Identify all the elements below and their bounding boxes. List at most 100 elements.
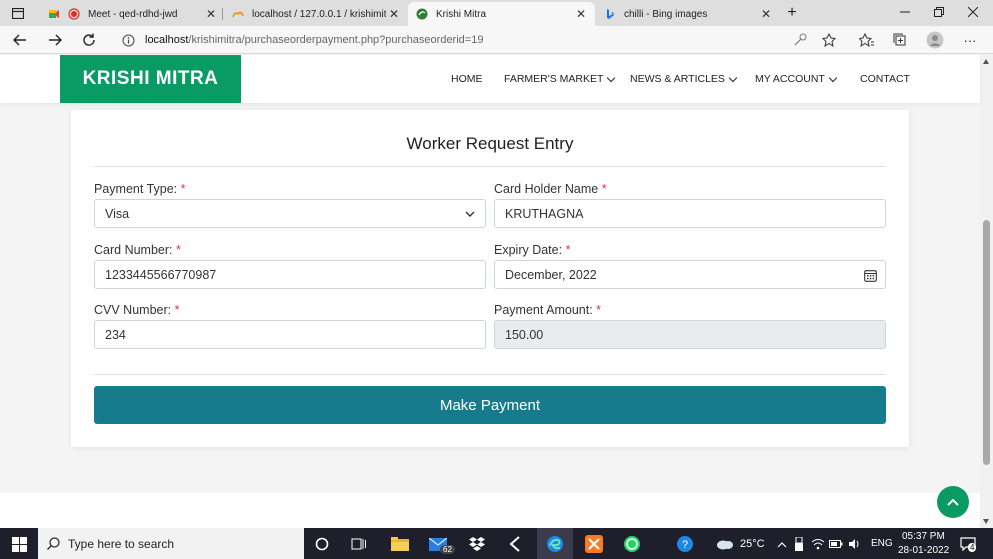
tab-title: chilli - Bing images (624, 8, 708, 20)
whatsapp-icon[interactable] (622, 534, 642, 554)
input-value: KRUTHAGNA (505, 206, 584, 221)
nav-contact[interactable]: CONTACT (860, 73, 910, 85)
tab-bing-images[interactable]: chilli - Bing images ✕ (596, 2, 780, 26)
nav-farmers-market[interactable]: FARMER'S MARKET (504, 73, 616, 85)
nav-news-articles[interactable]: NEWS & ARTICLES (630, 73, 738, 85)
chevron-up-icon (947, 498, 959, 506)
search-placeholder: Type here to search (68, 536, 175, 551)
clock-time[interactable]: 05:37 PM (902, 531, 945, 542)
phpmyadmin-icon (232, 11, 244, 18)
close-tab-icon[interactable]: ✕ (386, 6, 402, 22)
weather-temperature[interactable]: 25°C (740, 538, 765, 550)
close-tab-icon[interactable]: ✕ (758, 6, 774, 22)
restore-icon[interactable] (929, 4, 949, 20)
input-value: 234 (105, 327, 126, 342)
required-mark: * (174, 303, 180, 317)
payment-form-card: Worker Request Entry Payment Type: * Vis… (71, 110, 909, 447)
back-icon[interactable] (11, 31, 29, 49)
vscode-icon[interactable] (505, 534, 525, 554)
required-mark: * (565, 243, 571, 257)
tab-meet[interactable]: Meet - qed-rdhd-jwd ✕ (40, 2, 225, 26)
cortana-icon[interactable] (312, 534, 332, 554)
close-tab-icon[interactable]: ✕ (573, 6, 589, 22)
required-mark: * (601, 182, 607, 196)
svg-text:?: ? (682, 539, 688, 551)
nav-label: HOME (451, 73, 483, 85)
minimize-icon[interactable] (895, 4, 915, 20)
url-field[interactable]: localhost/krishimitra/purchaseorderpayme… (145, 29, 885, 51)
payment-amount-label: Payment Amount: * (494, 303, 601, 317)
dropbox-icon[interactable] (467, 534, 487, 554)
favorites-icon[interactable] (857, 31, 875, 49)
tab-krishi-mitra[interactable]: Krishi Mitra ✕ (408, 2, 595, 26)
help-icon[interactable]: ? (675, 534, 695, 554)
taskbar-search-box[interactable]: Type here to search (38, 528, 304, 559)
nav-label: MY ACCOUNT (755, 73, 825, 85)
weather-cloud-icon[interactable] (715, 534, 735, 554)
site-logo[interactable]: KRISHI MITRA (60, 55, 241, 103)
nav-label: CONTACT (860, 73, 910, 85)
battery-icon[interactable] (826, 534, 846, 554)
volume-icon[interactable] (845, 534, 865, 554)
site-info-icon[interactable] (119, 31, 137, 49)
key-icon[interactable] (791, 31, 809, 49)
add-favorite-icon[interactable] (820, 31, 838, 49)
collections-icon[interactable] (891, 31, 909, 49)
clock-date[interactable]: 28-01-2022 (898, 545, 949, 556)
select-value: Visa (105, 206, 130, 221)
reload-icon[interactable] (80, 31, 98, 49)
usb-icon[interactable] (789, 534, 809, 554)
wifi-icon[interactable] (808, 534, 828, 554)
tab-actions-icon[interactable] (10, 5, 26, 21)
close-tab-icon[interactable]: ✕ (203, 6, 219, 22)
search-icon (47, 537, 60, 550)
bing-icon (607, 9, 614, 19)
label-text: Payment Amount: (494, 303, 593, 317)
more-menu-icon[interactable]: ··· (961, 31, 979, 49)
forward-icon[interactable] (46, 31, 64, 49)
xampp-icon[interactable] (584, 534, 604, 554)
scroll-up-arrow-icon[interactable] (983, 59, 989, 64)
krishi-mitra-favicon (416, 8, 428, 20)
expiry-date-input[interactable]: December, 2022 (494, 260, 886, 289)
make-payment-button[interactable]: Make Payment (94, 386, 886, 424)
nav-home[interactable]: HOME (451, 73, 483, 85)
card-holder-input[interactable]: KRUTHAGNA (494, 199, 886, 228)
input-value: 1233445566770987 (105, 267, 217, 282)
address-bar: localhost/krishimitra/purchaseorderpayme… (0, 26, 993, 54)
nav-my-account[interactable]: MY ACCOUNT (755, 73, 838, 85)
edge-icon[interactable] (545, 534, 565, 554)
calendar-icon[interactable] (863, 268, 877, 282)
recording-icon (68, 8, 80, 20)
payment-type-select[interactable]: Visa (94, 199, 486, 228)
vertical-scrollbar[interactable] (980, 55, 993, 528)
close-window-icon[interactable] (963, 4, 983, 20)
tab-phpmyadmin[interactable]: localhost / 127.0.0.1 / krishimitra ✕ (224, 2, 408, 26)
label-text: Expiry Date: (494, 243, 563, 257)
divider (94, 374, 886, 375)
task-view-icon[interactable] (349, 534, 369, 554)
tab-title: Krishi Mitra (436, 8, 487, 20)
scroll-to-top-button[interactable] (937, 486, 969, 518)
label-text: Card Holder Name (494, 182, 599, 196)
scrollbar-thumb[interactable] (983, 220, 990, 465)
meet-icon (49, 10, 59, 18)
new-tab-button[interactable]: + (784, 4, 800, 21)
url-path: /krishimitra/purchaseorderpayment.php?pu… (188, 34, 484, 46)
chevron-down-icon (463, 207, 477, 221)
language-indicator[interactable]: ENG (871, 538, 893, 549)
nav-label: FARMER'S MARKET (504, 73, 604, 85)
required-mark: * (596, 303, 602, 317)
cvv-input[interactable]: 234 (94, 320, 486, 349)
site-header: KRISHI MITRA HOME FARMER'S MARKET NEWS &… (0, 55, 980, 103)
required-mark: * (180, 182, 186, 196)
windows-start-icon[interactable] (9, 534, 29, 554)
file-explorer-icon[interactable] (390, 534, 410, 554)
scroll-down-arrow-icon[interactable] (983, 519, 989, 524)
required-mark: * (175, 243, 181, 257)
card-number-input[interactable]: 1233445566770987 (94, 260, 486, 289)
windows-taskbar: Type here to search 62 ? 25°C ENG 05:37 … (0, 528, 993, 559)
form-title: Worker Request Entry (406, 134, 574, 153)
mail-badge: 62 (440, 545, 455, 554)
profile-avatar-icon[interactable] (926, 31, 944, 49)
